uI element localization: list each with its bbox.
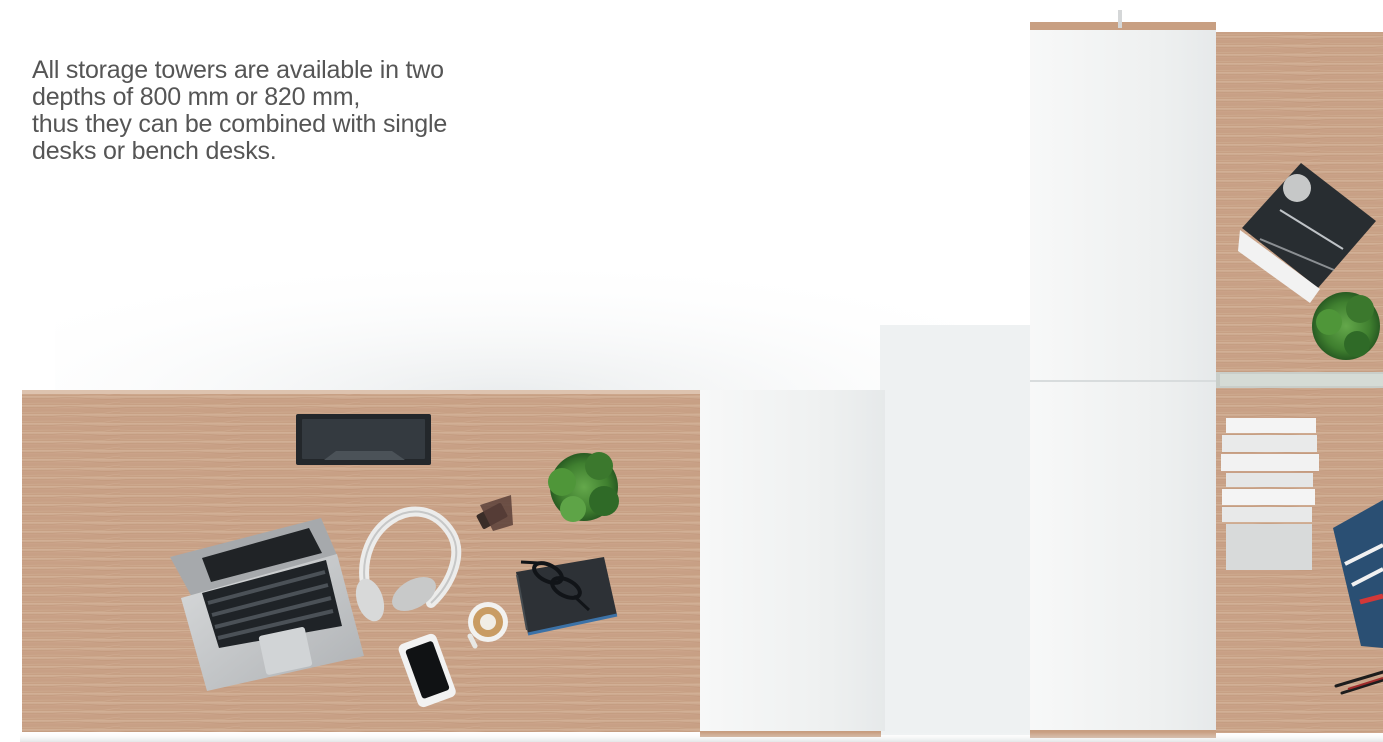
- description-line: All storage towers are available in two: [32, 56, 444, 84]
- furniture-base-shadow: [20, 732, 1383, 742]
- book-column: [1221, 418, 1319, 570]
- office-layout-page: All storage towers are available in two …: [0, 0, 1383, 742]
- floor-shadow: [55, 190, 955, 400]
- storage-tower-tall: [1030, 10, 1216, 738]
- description-line: thus they can be combined with single: [32, 110, 448, 138]
- storage-description: All storage towers are available in two …: [32, 57, 512, 165]
- cable-box: [296, 414, 431, 465]
- description-line: depths of 800 mm or 820 mm,: [32, 83, 361, 111]
- description-line: desks or bench desks.: [32, 137, 277, 165]
- plant-right: [1312, 292, 1380, 360]
- floor-shadow-right: [880, 325, 1030, 735]
- storage-tower: [700, 390, 885, 737]
